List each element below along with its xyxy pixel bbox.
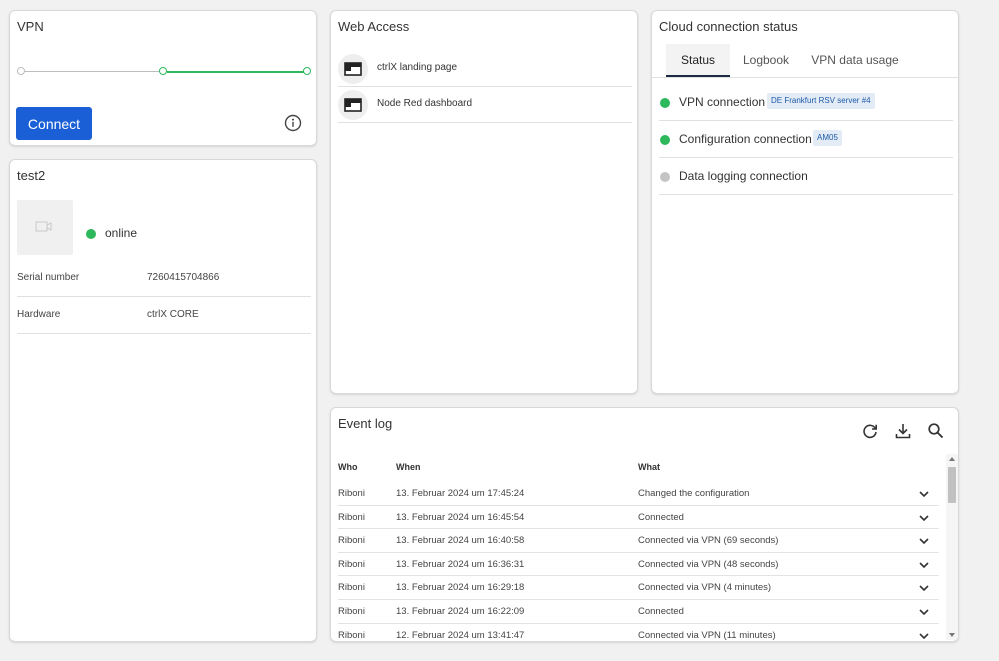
hardware-label: Hardware xyxy=(17,309,61,320)
event-when: 13. Februar 2024 um 16:40:58 xyxy=(396,535,525,547)
event-when: 12. Februar 2024 um 13:41:47 xyxy=(396,629,525,641)
table-row[interactable]: Riboni 13. Februar 2024 um 16:22:09 Connec… xyxy=(338,600,939,624)
connection-label: VPN connection xyxy=(679,95,766,109)
event-log-card: Event log Who When What Riboni 13. Februa… xyxy=(330,407,959,642)
event-what: Connected xyxy=(638,511,684,523)
vpn-track-segment-active xyxy=(167,71,305,73)
event-who: Riboni xyxy=(338,606,365,617)
event-when: 13. Februar 2024 um 17:45:24 xyxy=(396,488,525,499)
online-status-dot xyxy=(86,229,96,239)
web-access-title: Web Access xyxy=(338,19,410,34)
event-log-scrollbar[interactable] xyxy=(946,454,958,640)
device-status: online xyxy=(105,226,138,240)
event-when: 13. Februar 2024 um 16:45:54 xyxy=(396,511,525,523)
device-placeholder-icon xyxy=(35,221,52,232)
vpn-step-dot xyxy=(303,67,311,75)
cloud-status-card: Cloud connection status Status Logbook V… xyxy=(651,10,959,394)
config-badge: AM05 xyxy=(813,130,842,146)
tab-logbook[interactable]: Logbook xyxy=(736,44,796,77)
tab-status[interactable]: Status xyxy=(666,44,730,77)
column-header-who: Who xyxy=(338,462,358,472)
device-card: test2 online Serial number 7260415704866… xyxy=(9,159,317,642)
event-what: Changed the configuration xyxy=(638,488,750,499)
server-badge: DE Frankfurt RSV server #4 xyxy=(767,93,875,109)
refresh-icon[interactable] xyxy=(861,422,879,440)
vpn-progress-track xyxy=(17,67,311,77)
table-row[interactable]: Riboni 12. Februar 2024 um 13:41:47 Connec… xyxy=(338,624,939,642)
event-who: Riboni xyxy=(338,629,365,641)
chevron-down-icon[interactable] xyxy=(918,559,930,571)
vpn-step-dot xyxy=(17,67,25,75)
browser-window-icon xyxy=(344,62,362,76)
search-icon[interactable] xyxy=(927,422,945,440)
vpn-connection-row: VPN connection DE Frankfurt RSV server #… xyxy=(659,84,953,121)
status-dot xyxy=(660,172,670,182)
vpn-card: VPN Connect xyxy=(9,10,317,146)
serial-number-row: Serial number 7260415704866 xyxy=(17,260,311,297)
table-row[interactable]: Riboni 13. Februar 2024 um 16:45:54 Connec… xyxy=(338,506,939,530)
cloud-status-title: Cloud connection status xyxy=(659,19,798,34)
serial-number-label: Serial number xyxy=(17,272,80,283)
info-icon[interactable] xyxy=(284,114,302,132)
web-access-item[interactable]: ctrlX landing page xyxy=(338,51,632,87)
event-who: Riboni xyxy=(338,558,365,570)
column-header-what: What xyxy=(638,462,660,472)
web-link-icon-wrap xyxy=(338,90,368,120)
scroll-down-arrow[interactable] xyxy=(949,633,955,637)
event-what: Connected xyxy=(638,606,684,617)
chevron-down-icon[interactable] xyxy=(918,488,930,500)
chevron-down-icon[interactable] xyxy=(918,582,930,594)
status-dot xyxy=(660,135,670,145)
serial-number-value: 7260415704866 xyxy=(147,272,220,283)
hardware-value: ctrlX CORE xyxy=(147,309,199,320)
event-who: Riboni xyxy=(338,535,365,547)
table-row[interactable]: Riboni 13. Februar 2024 um 17:45:24 Change… xyxy=(338,482,939,506)
event-who: Riboni xyxy=(338,582,365,594)
event-who: Riboni xyxy=(338,488,365,499)
chevron-down-icon[interactable] xyxy=(918,606,930,618)
event-what: Connected via VPN (69 seconds) xyxy=(638,535,779,547)
scroll-up-arrow[interactable] xyxy=(949,457,955,461)
table-row[interactable]: Riboni 13. Februar 2024 um 16:29:18 Connec… xyxy=(338,576,939,600)
web-access-item[interactable]: Node Red dashboard xyxy=(338,87,632,123)
browser-window-icon xyxy=(344,98,362,112)
web-access-label: Node Red dashboard xyxy=(377,98,473,109)
download-icon[interactable] xyxy=(894,422,912,440)
table-row[interactable]: Riboni 13. Februar 2024 um 16:36:31 Connec… xyxy=(338,553,939,577)
table-row[interactable]: Riboni 13. Februar 2024 um 16:40:58 Connec… xyxy=(338,529,939,553)
web-access-card: Web Access ctrlX landing page Node Red d… xyxy=(330,10,638,394)
configuration-connection-row: Configuration connection AM05 xyxy=(659,121,953,158)
cloud-tabs: Status Logbook VPN data usage xyxy=(652,44,958,78)
event-what: Connected via VPN (4 minutes) xyxy=(638,582,772,594)
chevron-down-icon[interactable] xyxy=(918,512,930,524)
vpn-track-segment-idle xyxy=(23,71,162,72)
event-what: Connected via VPN (11 minutes) xyxy=(638,629,776,641)
event-what: Connected via VPN (48 seconds) xyxy=(638,558,779,570)
event-when: 13. Februar 2024 um 16:22:09 xyxy=(396,606,525,617)
connection-label: Data logging connection xyxy=(679,169,808,183)
status-dot xyxy=(660,98,670,108)
hardware-row: Hardware ctrlX CORE xyxy=(17,297,311,334)
event-log-title: Event log xyxy=(338,416,393,431)
column-header-when: When xyxy=(396,462,421,472)
scroll-thumb[interactable] xyxy=(948,467,956,503)
web-access-label: ctrlX landing page xyxy=(377,62,458,73)
device-name: test2 xyxy=(17,168,46,183)
event-when: 13. Februar 2024 um 16:36:31 xyxy=(396,558,525,570)
chevron-down-icon[interactable] xyxy=(918,535,930,547)
device-image-placeholder xyxy=(17,200,73,255)
data-logging-connection-row: Data logging connection xyxy=(659,158,953,195)
event-when: 13. Februar 2024 um 16:29:18 xyxy=(396,582,525,594)
connect-button[interactable]: Connect xyxy=(16,107,92,140)
vpn-title: VPN xyxy=(17,19,44,34)
chevron-down-icon[interactable] xyxy=(918,630,930,642)
vpn-step-dot xyxy=(159,67,167,75)
connection-label: Configuration connection xyxy=(679,132,812,146)
event-who: Riboni xyxy=(338,511,365,523)
tab-vpn-data-usage[interactable]: VPN data usage xyxy=(806,44,904,77)
web-link-icon-wrap xyxy=(338,54,368,84)
